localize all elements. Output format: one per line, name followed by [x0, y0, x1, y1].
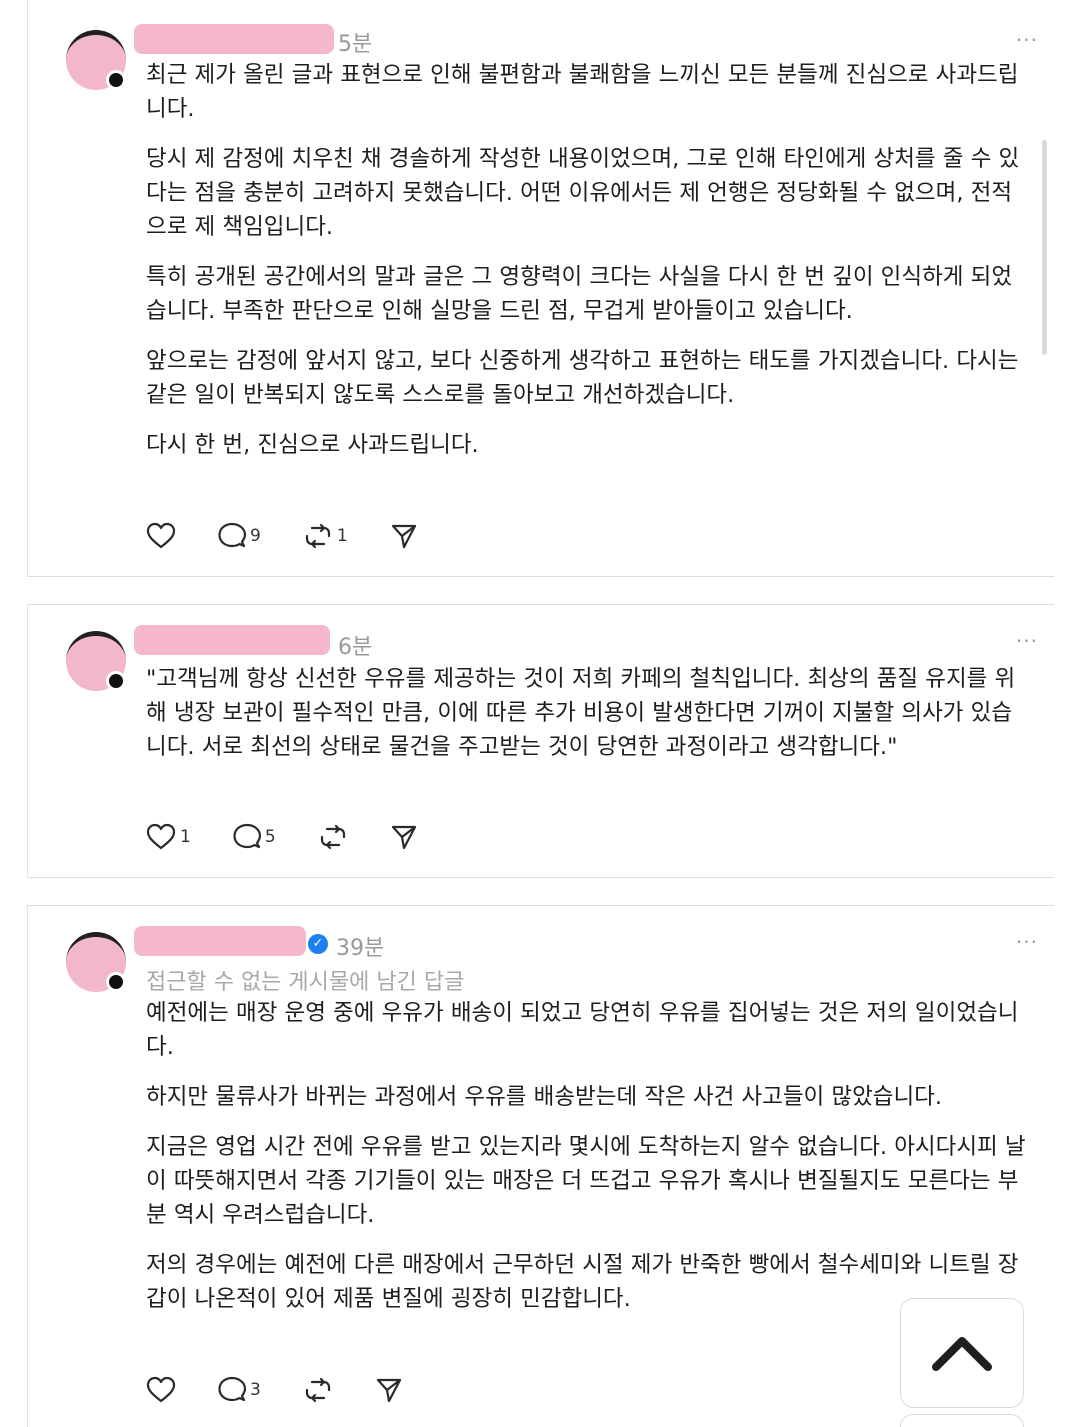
thread-post-2[interactable]: 6분 ··· "고객님께 항상 신선한 우유를 제공하는 것이 저희 카페의 철… — [27, 604, 1054, 878]
post-paragraph: 앞으로는 감정에 앞서지 않고, 보다 신중하게 생각하고 표현하는 태도를 가… — [146, 348, 1019, 408]
more-options-icon[interactable]: ··· — [1016, 28, 1038, 52]
username-redacted[interactable] — [134, 926, 306, 956]
post-paragraph: "고객님께 항상 신선한 우유를 제공하는 것이 저희 카페의 철칙입니다. 최… — [146, 666, 1016, 760]
follow-badge-icon[interactable] — [106, 671, 126, 691]
thread-post-1[interactable]: 5분 ··· 최근 제가 올린 글과 표현으로 인해 불편함과 불쾌함을 느끼신… — [27, 0, 1054, 577]
reply-count: 9 — [250, 526, 261, 546]
post-timestamp: 39분 — [336, 936, 385, 961]
heart-icon — [146, 522, 176, 549]
like-count: 1 — [180, 827, 191, 847]
repost-button[interactable] — [303, 1376, 333, 1404]
reply-button[interactable]: 9 — [218, 522, 261, 550]
floating-button-edge — [900, 1414, 1024, 1427]
repost-button[interactable]: 1 — [303, 522, 348, 550]
share-button[interactable] — [390, 823, 418, 851]
scroll-to-top-button[interactable] — [900, 1298, 1024, 1408]
post-actions: 1 5 — [146, 821, 460, 853]
reply-button[interactable]: 3 — [218, 1376, 261, 1404]
username-redacted[interactable] — [134, 625, 330, 655]
share-button[interactable] — [375, 1376, 403, 1404]
reply-context-note[interactable]: 접근할 수 없는 게시물에 남긴 답글 — [146, 964, 464, 996]
post-paragraph: 하지만 물류사가 바뀌는 과정에서 우유를 배송받는데 작은 사건 사고들이 많… — [146, 1084, 943, 1110]
like-button[interactable] — [146, 1376, 176, 1404]
repost-icon — [320, 824, 345, 850]
reply-count: 5 — [264, 827, 276, 847]
follow-badge-icon[interactable] — [106, 70, 126, 90]
post-paragraph: 특히 공개된 공간에서의 말과 글은 그 영향력이 크다는 사실을 다시 한 번… — [146, 264, 1013, 324]
more-options-icon[interactable]: ··· — [1016, 629, 1038, 653]
like-button[interactable]: 1 — [146, 823, 191, 851]
send-icon — [376, 1378, 401, 1403]
heart-icon — [146, 823, 176, 850]
share-button[interactable] — [390, 522, 418, 550]
scrollbar[interactable] — [1042, 140, 1047, 355]
speech-bubble-icon — [233, 823, 261, 849]
post-paragraph: 최근 제가 올린 글과 표현으로 인해 불편함과 불쾌함을 느끼신 모든 분들께… — [146, 62, 1019, 122]
post-timestamp: 5분 — [338, 32, 373, 57]
post-paragraph: 예전에는 매장 운영 중에 우유가 배송이 되었고 당연히 우유를 집어넣는 것… — [146, 1000, 1019, 1060]
post-body: 예전에는 매장 운영 중에 우유가 배송이 되었고 당연히 우유를 집어넣는 것… — [146, 996, 1026, 1332]
follow-badge-icon[interactable] — [106, 972, 126, 992]
repost-count: 1 — [336, 526, 348, 546]
more-options-icon[interactable]: ··· — [1016, 930, 1038, 954]
speech-bubble-icon — [218, 1376, 246, 1402]
heart-icon — [146, 1376, 176, 1403]
reply-count: 3 — [250, 1380, 261, 1400]
repost-icon — [305, 1377, 330, 1403]
post-timestamp: 6분 — [338, 635, 373, 660]
post-body: 최근 제가 올린 글과 표현으로 인해 불편함과 불쾌함을 느끼신 모든 분들께… — [146, 58, 1026, 478]
post-body: "고객님께 항상 신선한 우유를 제공하는 것이 저희 카페의 철칙입니다. 최… — [146, 662, 1026, 780]
reply-button[interactable]: 5 — [233, 823, 276, 851]
chevron-up-icon — [932, 1337, 992, 1371]
verified-badge-icon: ✓ — [308, 934, 328, 954]
like-button[interactable] — [146, 522, 176, 550]
post-paragraph: 당시 제 감정에 치우친 채 경솔하게 작성한 내용이었으며, 그로 인해 타인… — [146, 146, 1020, 240]
post-paragraph: 지금은 영업 시간 전에 우유를 받고 있는지라 몇시에 도착하는지 알수 없습… — [146, 1134, 1026, 1228]
post-actions: 3 — [146, 1374, 445, 1406]
post-actions: 9 1 — [146, 520, 460, 552]
post-paragraph: 저의 경우에는 예전에 다른 매장에서 근무하던 시절 제가 반죽한 빵에서 철… — [146, 1252, 1019, 1312]
post-paragraph: 다시 한 번, 진심으로 사과드립니다. — [146, 432, 479, 458]
send-icon — [391, 825, 416, 850]
repost-icon — [305, 523, 330, 549]
repost-button[interactable] — [318, 823, 348, 851]
send-icon — [391, 524, 416, 549]
username-redacted[interactable] — [134, 24, 334, 54]
speech-bubble-icon — [218, 522, 246, 548]
